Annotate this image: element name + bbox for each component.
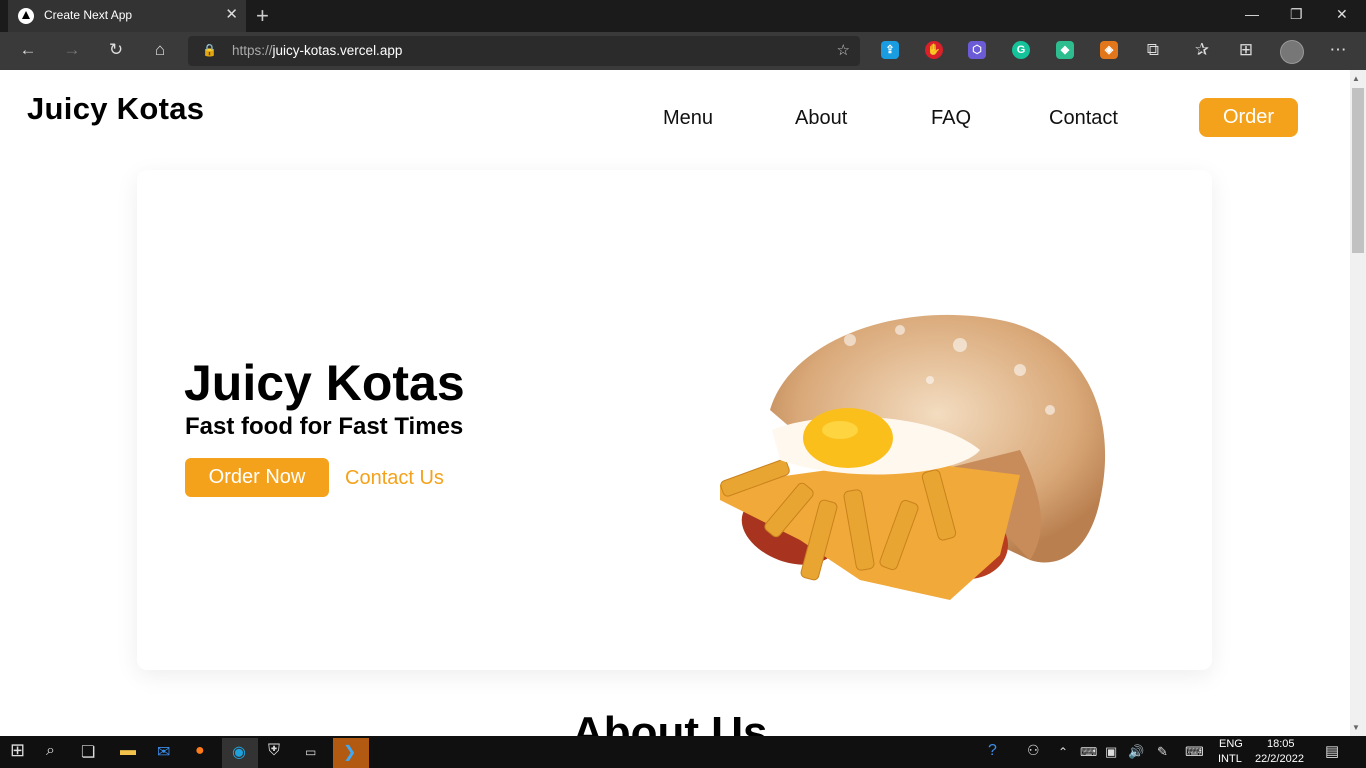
mail-icon[interactable]: ✉ xyxy=(157,742,170,762)
favorites-icon[interactable]: ✰ xyxy=(1190,40,1214,60)
tab-title: Create Next App xyxy=(44,8,133,22)
profile-avatar[interactable] xyxy=(1280,40,1304,64)
scrollbar-thumb[interactable] xyxy=(1352,88,1364,253)
kota-sandwich-image xyxy=(720,314,1106,600)
address-bar[interactable]: 🔒 https://juicy-kotas.vercel.app ☆ xyxy=(188,36,860,66)
extension-adblock-icon[interactable]: ✋ xyxy=(925,41,943,59)
url-text[interactable]: https://juicy-kotas.vercel.app xyxy=(232,43,402,58)
network-icon[interactable]: ▣ xyxy=(1105,744,1117,760)
add-favorite-icon[interactable]: ☆ xyxy=(837,41,850,59)
scroll-down-icon[interactable]: ▼ xyxy=(1352,723,1360,732)
extension-puzzle-app-icon[interactable]: ⬡ xyxy=(968,41,986,59)
volume-icon[interactable]: 🔊 xyxy=(1128,744,1144,760)
nav-menu[interactable]: Menu xyxy=(663,107,713,130)
refresh-icon[interactable]: ↻ xyxy=(104,40,128,60)
more-menu-icon[interactable]: ⋯ xyxy=(1326,40,1350,60)
search-icon[interactable]: ⌕ xyxy=(46,742,55,760)
file-explorer-icon[interactable]: ▬ xyxy=(120,742,136,760)
windows-start-icon[interactable]: ⊞ xyxy=(10,740,25,761)
hero-subtitle: Fast food for Fast Times xyxy=(185,413,464,440)
help-icon[interactable]: ? xyxy=(988,742,997,760)
task-view-icon[interactable]: ❏ xyxy=(81,742,95,762)
browser-tab[interactable]: Create Next App ✕ xyxy=(8,0,246,32)
about-us-heading: About Us xyxy=(572,708,768,736)
site-brand[interactable]: Juicy Kotas xyxy=(27,91,204,127)
edge-icon[interactable]: ◉ xyxy=(232,742,246,762)
language-code[interactable]: ENG xyxy=(1219,738,1243,750)
clock-date[interactable]: 22/2/2022 xyxy=(1255,753,1304,765)
tray-chevron-icon[interactable]: ⌃ xyxy=(1058,745,1068,759)
people-icon[interactable]: ⚇ xyxy=(1027,742,1040,759)
input-icon[interactable]: ⌨ xyxy=(1080,745,1097,759)
back-icon[interactable]: ← xyxy=(16,40,40,60)
order-now-button[interactable]: Order Now xyxy=(185,458,329,497)
lock-icon: 🔒 xyxy=(202,43,217,57)
home-icon[interactable]: ⌂ xyxy=(148,40,172,60)
new-tab-icon[interactable]: + xyxy=(256,3,269,29)
extension-share-icon[interactable]: ⇪ xyxy=(881,41,899,59)
extension-metamask-icon[interactable]: ◈ xyxy=(1100,41,1118,59)
firefox-icon[interactable]: ● xyxy=(195,742,205,760)
hero-title: Juicy Kotas xyxy=(184,355,465,411)
windows-taskbar: ⊞ ⌕ ❏ ▬ ✉ ● ◉ ⛨ ▭ ❯ ? ⚇ ⌃ ⌨ ▣ 🔊 ✎ ⌨ ENG … xyxy=(0,736,1366,768)
pen-icon[interactable]: ✎ xyxy=(1157,744,1168,760)
order-button[interactable]: Order xyxy=(1199,98,1298,137)
minimize-icon[interactable]: — xyxy=(1245,6,1259,22)
notifications-icon[interactable]: ▤ xyxy=(1325,742,1339,760)
nav-contact[interactable]: Contact xyxy=(1049,107,1118,130)
forward-icon[interactable]: → xyxy=(60,40,84,60)
window-close-icon[interactable]: ✕ xyxy=(1336,6,1348,23)
tab-strip: Create Next App ✕ + — ❐ ✕ xyxy=(0,0,1366,32)
browser-toolbar: ← → ↻ ⌂ 🔒 https://juicy-kotas.vercel.app… xyxy=(0,32,1366,70)
restore-icon[interactable]: ❐ xyxy=(1290,6,1303,23)
collections-icon[interactable]: ⊞ xyxy=(1234,40,1258,60)
tab-close-icon[interactable]: ✕ xyxy=(225,5,238,23)
nextjs-favicon-icon xyxy=(18,8,34,24)
language-layout[interactable]: INTL xyxy=(1218,753,1242,765)
vscode-icon[interactable]: ❯ xyxy=(343,742,356,762)
clock-time[interactable]: 18:05 xyxy=(1267,738,1295,750)
keyboard-icon[interactable]: ⌨ xyxy=(1185,744,1204,760)
browser-chrome: Create Next App ✕ + — ❐ ✕ ← → ↻ ⌂ 🔒 http… xyxy=(0,0,1366,70)
web-page: Juicy Kotas Menu About FAQ Contact Order… xyxy=(0,70,1350,736)
hero-card: Juicy Kotas Fast food for Fast Times Ord… xyxy=(137,170,1212,670)
scroll-up-icon[interactable]: ▲ xyxy=(1352,74,1360,83)
contact-us-link[interactable]: Contact Us xyxy=(345,467,444,490)
terminal-icon[interactable]: ▭ xyxy=(305,745,316,759)
store-icon[interactable]: ⛨ xyxy=(268,742,280,760)
extension-shield-icon[interactable]: ◆ xyxy=(1056,41,1074,59)
extensions-icon[interactable]: ⧉ xyxy=(1141,40,1165,60)
nav-about[interactable]: About xyxy=(795,107,847,130)
extension-grammarly-icon[interactable]: G xyxy=(1012,41,1030,59)
nav-faq[interactable]: FAQ xyxy=(931,107,971,130)
